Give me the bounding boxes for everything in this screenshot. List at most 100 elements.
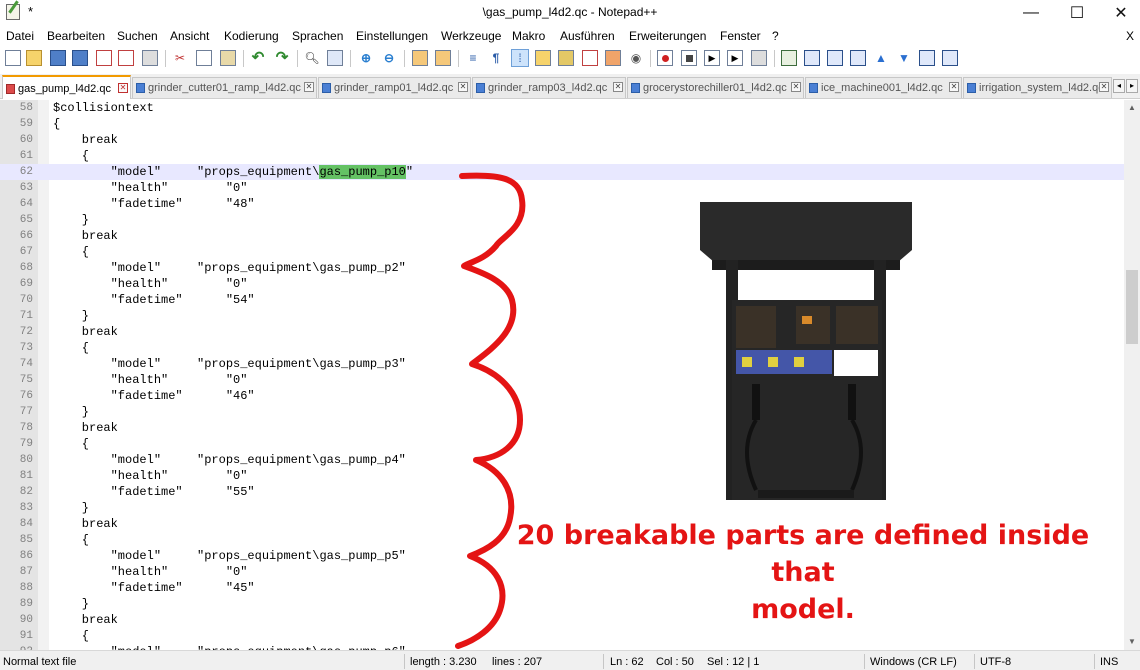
plugin-c-icon[interactable]	[827, 50, 843, 66]
menu-fenster[interactable]: Fenster	[720, 29, 761, 43]
open-file-icon[interactable]	[26, 50, 42, 66]
close-document-button[interactable]: X	[1126, 29, 1134, 43]
print-icon[interactable]	[142, 50, 158, 66]
code-line[interactable]: 73 {	[0, 340, 1124, 356]
show-all-characters-icon[interactable]: ¶	[488, 50, 504, 66]
plugin-h-icon[interactable]	[942, 50, 958, 66]
menu-bearbeiten[interactable]: Bearbeiten	[47, 29, 105, 43]
close-all-icon[interactable]	[118, 50, 134, 66]
redo-icon[interactable]: ↷	[274, 50, 290, 66]
maximize-button[interactable]: ☐	[1054, 0, 1100, 26]
tab-grinder-ramp01[interactable]: grinder_ramp01_l4d2.qc ✕	[318, 77, 471, 98]
sync-horizontal-icon[interactable]	[435, 50, 451, 66]
indent-guide-icon[interactable]: ⁞	[511, 49, 529, 67]
tab-gas-pump[interactable]: gas_pump_l4d2.qc ✕	[2, 75, 131, 99]
save-all-icon[interactable]	[72, 50, 88, 66]
plugin-e-icon[interactable]: ▲	[873, 50, 889, 66]
function-list-icon[interactable]	[582, 50, 598, 66]
tab-close-icon[interactable]: ✕	[791, 82, 801, 92]
tab-close-icon[interactable]: ✕	[1099, 82, 1109, 92]
code-line[interactable]: 65 }	[0, 212, 1124, 228]
code-line[interactable]: 61 {	[0, 148, 1124, 164]
menu-makro[interactable]: Makro	[512, 29, 545, 43]
copy-icon[interactable]	[196, 50, 212, 66]
menu-werkzeuge[interactable]: Werkzeuge	[441, 29, 501, 43]
tab-ice-machine001[interactable]: ice_machine001_l4d2.qc ✕	[805, 77, 962, 98]
scrollbar-thumb[interactable]	[1126, 270, 1138, 344]
tab-grinder-ramp03[interactable]: grinder_ramp03_l4d2.qc ✕	[472, 77, 626, 98]
code-line[interactable]: 60 break	[0, 132, 1124, 148]
plugin-d-icon[interactable]	[850, 50, 866, 66]
menu-ausfuehren[interactable]: Ausführen	[560, 29, 615, 43]
new-file-icon[interactable]	[5, 50, 21, 66]
tab-grocerystorechiller01[interactable]: grocerystorechiller01_l4d2.qc ✕	[627, 77, 804, 98]
code-line[interactable]: 72 break	[0, 324, 1124, 340]
vertical-scrollbar[interactable]: ▲ ▼	[1124, 100, 1140, 650]
doc-map-icon[interactable]	[558, 50, 574, 66]
sync-vertical-icon[interactable]	[412, 50, 428, 66]
code-line[interactable]: 80 "model" "props_equipment\gas_pump_p4"	[0, 452, 1124, 468]
save-macro-icon[interactable]	[751, 50, 767, 66]
plugin-g-icon[interactable]	[919, 50, 935, 66]
plugin-f-icon[interactable]: ▼	[896, 50, 912, 66]
stop-recording-icon[interactable]	[681, 50, 697, 66]
menu-datei[interactable]: Datei	[6, 29, 34, 43]
tab-close-icon[interactable]: ✕	[118, 83, 128, 93]
tab-scroll-left-button[interactable]: ◂	[1113, 79, 1125, 93]
plugin-b-icon[interactable]	[804, 50, 820, 66]
menu-kodierung[interactable]: Kodierung	[224, 29, 279, 43]
tab-close-icon[interactable]: ✕	[949, 82, 959, 92]
code-line[interactable]: 79 {	[0, 436, 1124, 452]
code-line[interactable]: 77 }	[0, 404, 1124, 420]
code-line[interactable]: 68 "model" "props_equipment\gas_pump_p2"	[0, 260, 1124, 276]
user-language-icon[interactable]	[535, 50, 551, 66]
record-macro-icon[interactable]	[657, 50, 673, 66]
menu-einstellungen[interactable]: Einstellungen	[356, 29, 428, 43]
paste-icon[interactable]	[220, 50, 236, 66]
close-icon[interactable]	[96, 50, 112, 66]
selected-text[interactable]: gas_pump_p10	[319, 165, 406, 179]
code-line[interactable]: 70 "fadetime" "54"	[0, 292, 1124, 308]
run-macro-multiple-icon[interactable]: ▶	[727, 50, 743, 66]
save-icon[interactable]	[50, 50, 66, 66]
play-macro-icon[interactable]: ▶	[704, 50, 720, 66]
scroll-down-button[interactable]: ▼	[1124, 634, 1140, 650]
code-line[interactable]: 83 }	[0, 500, 1124, 516]
code-line[interactable]: 64 "fadetime" "48"	[0, 196, 1124, 212]
menu-ansicht[interactable]: Ansicht	[170, 29, 209, 43]
tab-close-icon[interactable]: ✕	[613, 82, 623, 92]
code-line[interactable]: 66 break	[0, 228, 1124, 244]
close-window-button[interactable]: ✕	[1098, 0, 1140, 26]
tab-close-icon[interactable]: ✕	[304, 82, 314, 92]
word-wrap-icon[interactable]: ≡	[465, 50, 481, 66]
code-line[interactable]: 76 "fadetime" "46"	[0, 388, 1124, 404]
code-line[interactable]: 58 $collisiontext	[0, 100, 1124, 116]
menu-erweiterungen[interactable]: Erweiterungen	[629, 29, 706, 43]
code-line[interactable]: 74 "model" "props_equipment\gas_pump_p3"	[0, 356, 1124, 372]
menu-sprachen[interactable]: Sprachen	[292, 29, 343, 43]
cut-icon[interactable]: ✂	[172, 50, 188, 66]
scroll-up-button[interactable]: ▲	[1124, 100, 1140, 116]
minimize-button[interactable]: —	[1008, 0, 1054, 26]
code-line[interactable]: 71 }	[0, 308, 1124, 324]
code-line[interactable]: 82 "fadetime" "55"	[0, 484, 1124, 500]
plugin-a-icon[interactable]	[781, 50, 797, 66]
code-line[interactable]: 69 "health" "0"	[0, 276, 1124, 292]
find-icon[interactable]: 🔍︎	[304, 50, 320, 66]
code-line[interactable]: 91 {	[0, 628, 1124, 644]
folder-workspace-icon[interactable]	[605, 50, 621, 66]
code-line[interactable]: 67 {	[0, 244, 1124, 260]
tab-irrigation-system[interactable]: irrigation_system_l4d2.qc ✕	[963, 77, 1112, 98]
monitoring-icon[interactable]: ◉	[628, 50, 644, 66]
menu-suchen[interactable]: Suchen	[117, 29, 158, 43]
tab-scroll-right-button[interactable]: ▸	[1126, 79, 1138, 93]
tab-close-icon[interactable]: ✕	[458, 82, 468, 92]
undo-icon[interactable]: ↶	[250, 50, 266, 66]
code-line[interactable]: 63 "health" "0"	[0, 180, 1124, 196]
zoom-in-icon[interactable]: ⊕	[358, 50, 374, 66]
replace-icon[interactable]	[327, 50, 343, 66]
code-line[interactable]: 59 {	[0, 116, 1124, 132]
code-line-current[interactable]: 62 "model" "props_equipment\gas_pump_p10…	[0, 164, 1124, 180]
menu-help[interactable]: ?	[772, 29, 779, 43]
zoom-out-icon[interactable]: ⊖	[381, 50, 397, 66]
